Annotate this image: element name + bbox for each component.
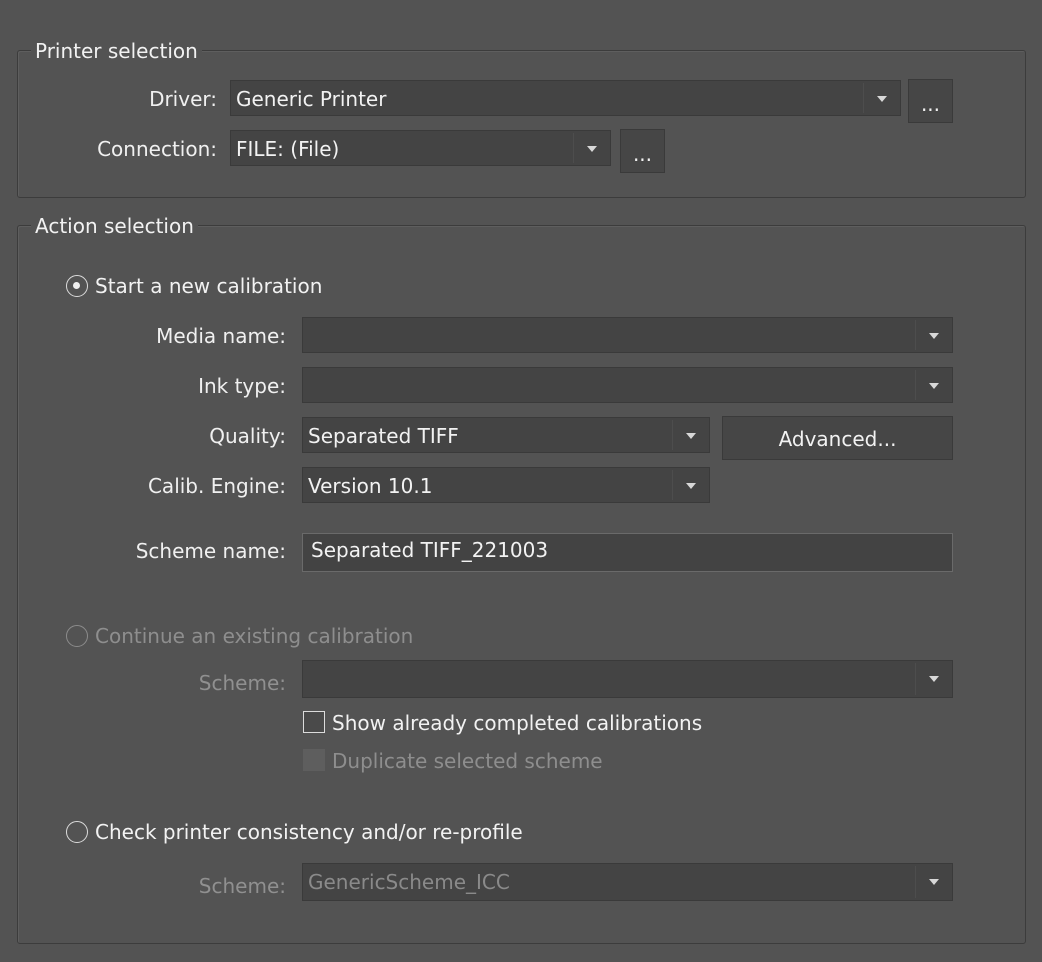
scheme-name-value: Separated TIFF_221003 xyxy=(311,538,549,562)
connection-value: FILE: (File) xyxy=(236,137,340,161)
ink-type-select[interactable] xyxy=(302,367,953,403)
advanced-button[interactable]: Advanced... xyxy=(722,416,953,460)
continue-scheme-label: Scheme: xyxy=(198,671,286,695)
connection-select[interactable]: FILE: (File) xyxy=(230,130,611,166)
quality-value: Separated TIFF xyxy=(308,424,459,448)
driver-select[interactable]: Generic Printer xyxy=(230,80,901,116)
chevron-down-icon[interactable] xyxy=(574,131,610,165)
printer-selection-legend: Printer selection xyxy=(31,39,202,63)
check-consistency-label[interactable]: Check printer consistency and/or re-prof… xyxy=(95,819,523,845)
driver-more-button[interactable]: ... xyxy=(908,79,953,123)
calib-engine-label: Calib. Engine: xyxy=(147,474,286,498)
ink-type-label: Ink type: xyxy=(198,374,286,398)
chevron-down-icon[interactable] xyxy=(864,81,900,115)
chevron-down-icon[interactable] xyxy=(916,864,952,898)
duplicate-scheme-checkbox[interactable] xyxy=(303,749,325,771)
check-consistency-radio[interactable] xyxy=(66,821,88,843)
duplicate-scheme-label[interactable]: Duplicate selected scheme xyxy=(332,748,603,774)
driver-label: Driver: xyxy=(149,87,217,111)
scheme-name-label: Scheme name: xyxy=(135,539,286,563)
chevron-down-icon[interactable] xyxy=(916,368,952,402)
action-selection-legend: Action selection xyxy=(31,214,198,238)
connection-label: Connection: xyxy=(97,137,217,161)
calib-engine-value: Version 10.1 xyxy=(308,474,433,498)
consistency-scheme-value: GenericScheme_ICC xyxy=(308,870,510,894)
continue-calibration-label[interactable]: Continue an existing calibration xyxy=(95,623,413,649)
continue-scheme-select[interactable] xyxy=(302,660,953,698)
radio-selected-dot xyxy=(73,282,80,289)
new-calibration-radio[interactable] xyxy=(66,275,88,297)
chevron-down-icon[interactable] xyxy=(916,318,952,352)
chevron-down-icon[interactable] xyxy=(916,661,952,695)
driver-value: Generic Printer xyxy=(236,87,387,111)
consistency-scheme-select[interactable]: GenericScheme_ICC xyxy=(302,863,953,901)
scheme-name-input[interactable]: Separated TIFF_221003 xyxy=(302,533,953,572)
media-name-label: Media name: xyxy=(156,324,286,348)
quality-label: Quality: xyxy=(209,424,286,448)
printer-selection-group xyxy=(17,50,1026,198)
new-calibration-label[interactable]: Start a new calibration xyxy=(95,273,322,299)
show-completed-checkbox[interactable] xyxy=(303,711,325,733)
chevron-down-icon[interactable] xyxy=(673,418,709,452)
continue-calibration-radio[interactable] xyxy=(66,625,88,647)
quality-select[interactable]: Separated TIFF xyxy=(302,417,710,453)
connection-more-button[interactable]: ... xyxy=(620,129,665,173)
calib-engine-select[interactable]: Version 10.1 xyxy=(302,467,710,503)
media-name-select[interactable] xyxy=(302,317,953,353)
show-completed-label[interactable]: Show already completed calibrations xyxy=(332,710,702,736)
chevron-down-icon[interactable] xyxy=(673,468,709,502)
consistency-scheme-label: Scheme: xyxy=(198,874,286,898)
